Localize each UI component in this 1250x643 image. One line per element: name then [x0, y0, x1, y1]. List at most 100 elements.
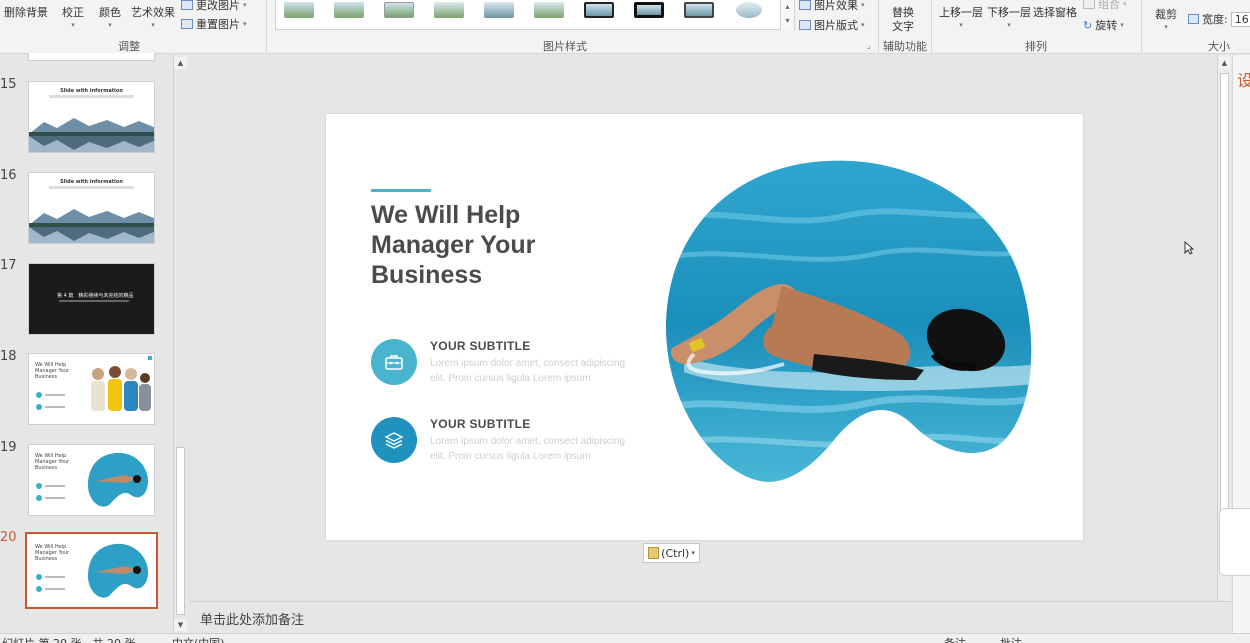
picture-layout-label: 图片版式 — [814, 19, 858, 32]
chevron-down-icon: ▾ — [1120, 21, 1124, 29]
thumbnail-line — [45, 406, 65, 408]
notes-toggle-button[interactable]: 备注 — [944, 635, 966, 643]
gallery-scroll[interactable]: ▴ ▾ — [780, 0, 794, 30]
color-button[interactable]: 颜色 ▾ — [99, 4, 121, 29]
picture-layout-icon — [799, 20, 811, 30]
layers-icon — [371, 417, 417, 463]
thumbnail-line — [45, 485, 65, 487]
change-picture-button[interactable]: 更改图片 ▾ — [181, 0, 247, 13]
send-backward-button[interactable]: 下移一层 ▾ — [987, 4, 1031, 29]
briefcase-icon — [371, 339, 417, 385]
thumbnails-scrollbar[interactable]: ▲ ▼ — [173, 55, 187, 633]
thumbnail-title: We Will Help Manager Your Business — [35, 544, 70, 562]
group-separator — [878, 0, 879, 52]
task-pane-title: 设 — [1237, 71, 1250, 90]
picture-style-4[interactable] — [434, 2, 464, 18]
mountain-lake-image — [29, 209, 154, 243]
slide-title[interactable]: We Will Help Manager Your Business — [371, 200, 535, 290]
chevron-down-icon: ▾ — [243, 1, 247, 9]
slide-thumbnail-19[interactable]: We Will Help Manager Your Business — [28, 444, 155, 516]
group-separator — [931, 0, 932, 52]
notes-placeholder: 单击此处添加备注 — [200, 613, 305, 628]
picture-style-1[interactable] — [284, 2, 314, 18]
thumbnail-line — [45, 588, 65, 590]
rotate-label: 旋转 — [1095, 19, 1118, 32]
group-separator — [266, 0, 267, 52]
picture-style-8[interactable] — [634, 2, 664, 18]
notes-pane[interactable]: 单击此处添加备注 — [190, 601, 1232, 633]
chevron-down-icon: ▾ — [1123, 0, 1127, 8]
thumbnail-content: Slide with information — [29, 173, 154, 243]
paste-options-button[interactable]: (Ctrl) ▾ — [643, 543, 700, 563]
title-accent-line — [371, 189, 431, 192]
crop-label: 裁剪 — [1155, 8, 1177, 21]
swimmer-blob-image[interactable] — [664, 158, 1036, 488]
feature-subtitle[interactable]: YOUR SUBTITLE — [430, 417, 531, 431]
picture-style-5[interactable] — [484, 2, 514, 18]
remove-background-button[interactable]: 删除背景 — [4, 4, 48, 20]
thumbnail-content: Slide with information — [29, 82, 154, 152]
scrollbar-thumb[interactable] — [176, 447, 185, 615]
corrections-button[interactable]: 校正 ▾ — [62, 4, 84, 29]
rotate-button[interactable]: ↻ 旋转 ▾ — [1083, 17, 1124, 33]
picture-styles-gallery: ▴ ▾ — [275, 0, 795, 30]
chevron-down-icon: ▾ — [1007, 21, 1011, 29]
language-status[interactable]: 中文(中国) — [172, 635, 225, 643]
thumbnail-line — [45, 576, 65, 578]
arrange-group-label: 排列 — [1025, 40, 1047, 53]
feature-description[interactable]: Lorem ipsum dolor amet, consect adipisci… — [430, 434, 630, 464]
thumbnail-title: Slide with information — [60, 179, 123, 185]
picture-effects-button[interactable]: 图片效果 ▾ — [799, 0, 865, 13]
scroll-down-arrow-icon[interactable]: ▼ — [174, 619, 187, 631]
group-button[interactable]: 组合 ▾ — [1083, 0, 1127, 12]
current-slide[interactable]: We Will Help Manager Your Business YOUR … — [326, 114, 1083, 540]
picture-style-7[interactable] — [584, 2, 614, 18]
artistic-effects-button[interactable]: 艺术效果 ▾ — [131, 4, 175, 29]
color-label: 颜色 — [99, 6, 121, 19]
scroll-up-arrow-icon[interactable]: ▲ — [174, 57, 187, 69]
thumbnail-subtitle-bar — [49, 95, 134, 98]
size-group-label: 大小 — [1208, 40, 1230, 53]
picture-style-6[interactable] — [534, 2, 564, 18]
thumbnail-title: 第 4 篇 精彩继续与未完结的精品 — [57, 293, 134, 299]
dialog-launcher-icon[interactable]: ⌟ — [867, 41, 871, 50]
slide-thumbnail-17[interactable]: 第 4 篇 精彩继续与未完结的精品 — [28, 263, 155, 335]
picture-effects-label: 图片效果 — [814, 0, 858, 12]
chevron-down-icon: ▾ — [71, 21, 75, 29]
feature-subtitle[interactable]: YOUR SUBTITLE — [430, 339, 531, 353]
thumbnail-dot — [36, 404, 42, 410]
chevron-down-icon: ▾ — [861, 1, 865, 9]
chevron-up-icon: ▴ — [785, 2, 790, 11]
comments-toggle-button[interactable]: 批注 — [1000, 635, 1022, 643]
slide-thumbnail-16[interactable]: Slide with information — [28, 172, 155, 244]
thumbnail-dot — [36, 495, 42, 501]
scroll-up-arrow-icon[interactable]: ▲ — [1218, 57, 1231, 69]
scrollbar-thumb[interactable] — [1220, 73, 1229, 565]
status-bar: 幻灯片 第 20 张，共 20 张 中文(中国) 备注 批注 — [0, 633, 1250, 643]
chevron-down-icon: ▾ — [1164, 23, 1168, 31]
slide-thumbnail-18[interactable]: We Will Help Manager Your Business — [28, 353, 155, 425]
remove-background-label: 删除背景 — [4, 6, 48, 19]
thumbnail-subtitle-bar — [49, 186, 134, 189]
picture-layout-button[interactable]: 图片版式 ▾ — [799, 17, 865, 33]
reset-picture-button[interactable]: 重置图片 ▾ — [181, 16, 247, 32]
picture-style-2[interactable] — [334, 2, 364, 18]
picture-style-9[interactable] — [684, 2, 714, 18]
chevron-down-icon: ▾ — [785, 16, 790, 25]
selection-pane-button[interactable]: 选择窗格 — [1033, 4, 1077, 20]
crop-button[interactable]: 裁剪 ▾ — [1155, 6, 1177, 31]
picture-style-10[interactable] — [736, 2, 762, 18]
bring-forward-button[interactable]: 上移一层 ▾ — [939, 4, 983, 29]
send-backward-label: 下移一层 — [987, 6, 1031, 19]
selection-pane-label: 选择窗格 — [1033, 6, 1077, 19]
feature-description[interactable]: Lorem ipsum dolor amet, consect adipisci… — [430, 356, 630, 386]
picture-style-3[interactable] — [384, 2, 414, 18]
alt-text-button[interactable]: 替换 文字 — [892, 6, 914, 34]
width-input[interactable]: 16 — [1230, 11, 1250, 27]
slide-number: 18 — [0, 349, 17, 364]
thumbnail-content: 第 4 篇 精彩继续与未完结的精品 — [29, 264, 154, 334]
slide-thumbnail-20[interactable]: We Will Help Manager Your Business — [25, 532, 158, 609]
slide-thumbnail-15[interactable]: Slide with information — [28, 81, 155, 153]
floating-assistant-widget[interactable] — [1219, 508, 1250, 576]
slide-thumbnail-14-partial[interactable] — [28, 53, 155, 61]
